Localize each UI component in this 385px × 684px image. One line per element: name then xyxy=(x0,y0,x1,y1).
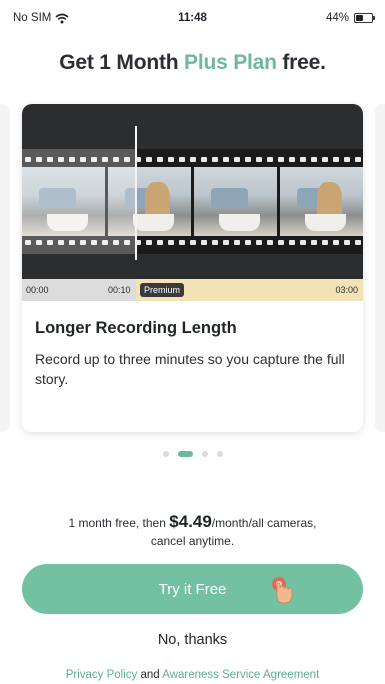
feature-media: 00:00 00:10 Premium 03:00 xyxy=(22,104,363,301)
offer-text: 1 month free, then $4.49/month/all camer… xyxy=(0,513,385,550)
offer-price: $4.49 xyxy=(169,512,212,531)
no-thanks-button[interactable]: No, thanks xyxy=(0,632,385,648)
playhead xyxy=(135,126,137,260)
page-dot[interactable] xyxy=(216,451,223,457)
status-bar: No SIM 11:48 44% xyxy=(0,0,385,36)
sprocket-hole xyxy=(223,240,229,245)
sprocket-hole xyxy=(256,240,262,245)
sprocket-hole xyxy=(311,240,317,245)
sprocket-hole xyxy=(168,240,174,245)
sprocket-hole xyxy=(157,240,163,245)
legal-joiner: and xyxy=(137,669,163,681)
sprocket-hole xyxy=(212,240,218,245)
sprocket-hole xyxy=(300,157,306,162)
battery-percent: 44% xyxy=(325,12,349,24)
title-prefix: Get 1 Month xyxy=(59,51,185,74)
sprocket-hole xyxy=(267,240,273,245)
battery-fill xyxy=(356,15,364,21)
offer-line-2: cancel anytime. xyxy=(150,534,235,548)
sprocket-hole xyxy=(190,157,196,162)
timeline-free-end: 00:10 xyxy=(108,285,131,295)
page-dot[interactable] xyxy=(162,451,169,457)
page-dot-active[interactable] xyxy=(177,451,193,457)
sprocket-hole xyxy=(333,157,339,162)
sprocket-hole xyxy=(344,240,350,245)
feature-card[interactable]: 00:00 00:10 Premium 03:00 Longer Recordi… xyxy=(22,104,363,432)
video-frame xyxy=(194,167,277,236)
sprocket-hole xyxy=(355,157,361,162)
free-segment-overlay xyxy=(22,149,136,254)
offer-suffix: /month/all cameras, xyxy=(211,516,317,530)
sprocket-hole xyxy=(157,157,163,162)
page-title: Get 1 Month Plus Plan free. xyxy=(0,51,385,75)
offer-prefix: 1 month free, then xyxy=(68,516,170,530)
premium-badge: Premium xyxy=(140,283,185,297)
sprocket-hole xyxy=(333,240,339,245)
status-right: 44% xyxy=(325,12,375,24)
sprocket-hole xyxy=(201,157,207,162)
tap-hand-icon xyxy=(272,577,293,604)
sprocket-hole xyxy=(212,157,218,162)
sprocket-hole xyxy=(311,157,317,162)
offer-line-1: 1 month free, then $4.49/month/all camer… xyxy=(0,513,385,532)
sprocket-hole xyxy=(289,240,295,245)
sprocket-hole xyxy=(234,240,240,245)
privacy-policy-link[interactable]: Privacy Policy xyxy=(66,669,138,681)
title-suffix: free. xyxy=(276,51,326,74)
sprocket-hole xyxy=(355,240,361,245)
sprocket-hole xyxy=(146,157,152,162)
card-title: Longer Recording Length xyxy=(35,319,237,337)
sprocket-hole xyxy=(256,157,262,162)
sprocket-hole xyxy=(179,157,185,162)
sprocket-hole xyxy=(201,240,207,245)
sprocket-hole xyxy=(179,240,185,245)
carousel-peek-previous[interactable] xyxy=(0,104,10,432)
battery-icon xyxy=(354,13,375,23)
sprocket-hole xyxy=(245,157,251,162)
sprocket-hole xyxy=(146,240,152,245)
sprocket-hole xyxy=(289,157,295,162)
card-body: Record up to three minutes so you captur… xyxy=(35,351,345,387)
video-frame xyxy=(280,167,363,236)
sprocket-hole xyxy=(234,157,240,162)
sprocket-hole xyxy=(278,240,284,245)
sprocket-hole xyxy=(168,157,174,162)
title-accent: Plus Plan xyxy=(184,51,277,74)
sprocket-hole xyxy=(245,240,251,245)
sprocket-hole xyxy=(322,240,328,245)
timeline-bar: 00:00 00:10 Premium 03:00 xyxy=(22,279,363,301)
sprocket-hole xyxy=(278,157,284,162)
try-free-button[interactable]: Try it Free xyxy=(22,564,363,614)
sprocket-hole xyxy=(190,240,196,245)
sprocket-hole xyxy=(322,157,328,162)
sprocket-hole xyxy=(344,157,350,162)
legal-links: Privacy Policy and Awareness Service Agr… xyxy=(0,669,385,681)
timeline-start: 00:00 xyxy=(26,285,49,295)
sprocket-hole xyxy=(223,157,229,162)
sprocket-hole xyxy=(300,240,306,245)
page-indicator[interactable] xyxy=(0,451,385,457)
carousel-peek-next[interactable] xyxy=(375,104,385,432)
sprocket-hole xyxy=(267,157,273,162)
timeline-end: 03:00 xyxy=(335,285,358,295)
page-dot[interactable] xyxy=(201,451,208,457)
service-agreement-link[interactable]: Awareness Service Agreement xyxy=(162,669,319,681)
